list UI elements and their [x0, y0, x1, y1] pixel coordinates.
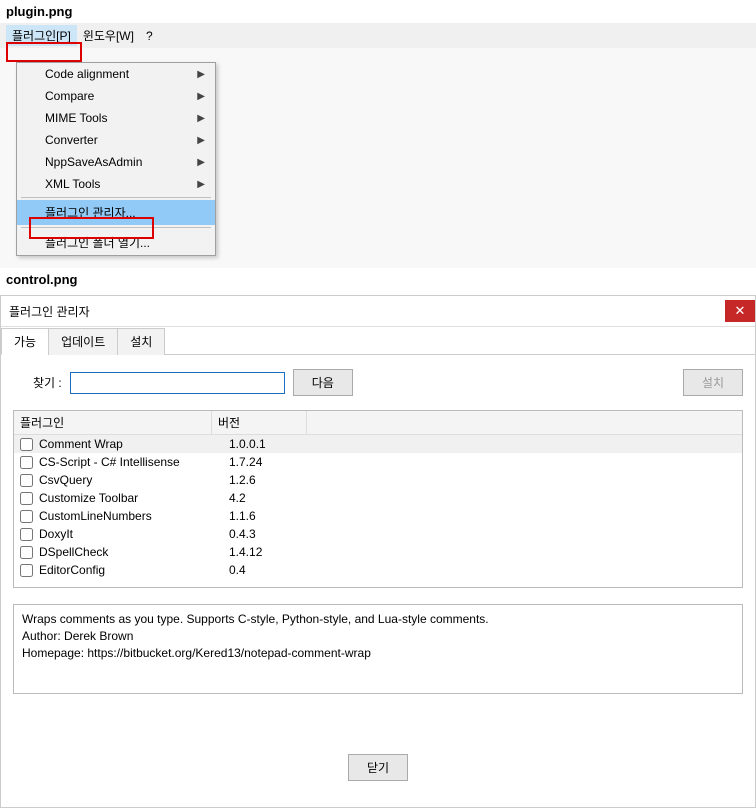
- row-name: Customize Toolbar: [37, 490, 223, 506]
- list-row[interactable]: DSpellCheck 1.4.12: [14, 543, 742, 561]
- row-version: 1.7.24: [223, 454, 318, 470]
- chevron-right-icon: ▶: [197, 135, 205, 146]
- tab-installed[interactable]: 설치: [117, 328, 165, 355]
- next-button[interactable]: 다음: [293, 369, 353, 396]
- list-header: 플러그인 버전: [14, 411, 742, 435]
- install-button[interactable]: 설치: [683, 369, 743, 396]
- list-row[interactable]: Comment Wrap 1.0.0.1: [14, 435, 742, 453]
- dialog-footer: 닫기: [1, 704, 755, 807]
- row-name: CustomLineNumbers: [37, 508, 223, 524]
- dropdown-label: NppSaveAsAdmin: [45, 155, 142, 169]
- column-header-name[interactable]: 플러그인: [14, 411, 212, 434]
- dropdown-item-xml-tools[interactable]: XML Tools ▶: [17, 173, 215, 195]
- highlight-box-menu: [6, 42, 82, 62]
- row-name: CS-Script - C# Intellisense: [37, 454, 223, 470]
- list-row[interactable]: CsvQuery 1.2.6: [14, 471, 742, 489]
- row-checkbox[interactable]: [20, 510, 33, 523]
- plugin-list[interactable]: 플러그인 버전 Comment Wrap 1.0.0.1 CS-Script -…: [13, 410, 743, 588]
- row-name: DoxyIt: [37, 526, 223, 542]
- row-checkbox[interactable]: [20, 438, 33, 451]
- row-version: 1.0.0.1: [223, 436, 318, 452]
- row-name: DSpellCheck: [37, 544, 223, 560]
- row-checkbox[interactable]: [20, 528, 33, 541]
- row-checkbox[interactable]: [20, 456, 33, 469]
- row-version: 1.2.6: [223, 472, 318, 488]
- row-name: Comment Wrap: [37, 436, 223, 452]
- menu-help[interactable]: ?: [140, 27, 159, 45]
- chevron-right-icon: ▶: [197, 91, 205, 102]
- tab-available[interactable]: 가능: [1, 328, 49, 355]
- row-checkbox[interactable]: [20, 546, 33, 559]
- dropdown-label: Code alignment: [45, 67, 129, 81]
- row-version: 4.2: [223, 490, 318, 506]
- dropdown-label: Converter: [45, 133, 98, 147]
- row-version: 0.4: [223, 562, 318, 578]
- row-version: 1.4.12: [223, 544, 318, 560]
- dropdown-label: Compare: [45, 89, 94, 103]
- tabs: 가능 업데이트 설치: [1, 327, 755, 355]
- dialog-title: 플러그인 관리자: [9, 303, 90, 320]
- search-input[interactable]: [70, 372, 285, 394]
- plugin-manager-dialog: 플러그인 관리자 ✕ 가능 업데이트 설치 찾기 : 다음 설치 플러그인 버전…: [0, 295, 756, 808]
- search-row: 찾기 : 다음 설치: [13, 369, 743, 396]
- dropdown-item-nppsaveasadmin[interactable]: NppSaveAsAdmin ▶: [17, 151, 215, 173]
- search-label: 찾기 :: [13, 374, 62, 391]
- row-checkbox[interactable]: [20, 564, 33, 577]
- tab-update[interactable]: 업데이트: [48, 328, 118, 355]
- highlight-box-manager: [29, 217, 154, 239]
- chevron-right-icon: ▶: [197, 157, 205, 168]
- menubar-area: 플러그인[P] 윈도우[W] ? Code alignment ▶ Compar…: [0, 23, 756, 268]
- menubar: 플러그인[P] 윈도우[W] ?: [0, 23, 756, 48]
- dropdown-item-code-alignment[interactable]: Code alignment ▶: [17, 63, 215, 85]
- list-row[interactable]: CS-Script - C# Intellisense 1.7.24: [14, 453, 742, 471]
- close-button[interactable]: ✕: [725, 300, 755, 322]
- list-row[interactable]: DoxyIt 0.4.3: [14, 525, 742, 543]
- dropdown-label: MIME Tools: [45, 111, 107, 125]
- row-version: 1.1.6: [223, 508, 318, 524]
- chevron-right-icon: ▶: [197, 113, 205, 124]
- dropdown-label: XML Tools: [45, 177, 100, 191]
- list-row[interactable]: Customize Toolbar 4.2: [14, 489, 742, 507]
- list-row[interactable]: CustomLineNumbers 1.1.6: [14, 507, 742, 525]
- close-icon: ✕: [735, 303, 746, 319]
- description-box[interactable]: Wraps comments as you type. Supports C-s…: [13, 604, 743, 694]
- chevron-right-icon: ▶: [197, 179, 205, 190]
- row-name: CsvQuery: [37, 472, 223, 488]
- row-name: EditorConfig: [37, 562, 223, 578]
- section-label-plugin: plugin.png: [0, 0, 756, 23]
- description-line: Wraps comments as you type. Supports C-s…: [22, 611, 734, 628]
- list-row[interactable]: EditorConfig 0.4: [14, 561, 742, 579]
- dropdown-separator: [21, 197, 211, 198]
- column-header-version[interactable]: 버전: [212, 411, 307, 434]
- close-dialog-button[interactable]: 닫기: [348, 754, 408, 781]
- description-author: Author: Derek Brown: [22, 628, 734, 645]
- row-checkbox[interactable]: [20, 492, 33, 505]
- section-label-control: control.png: [0, 268, 756, 291]
- description-homepage: Homepage: https://bitbucket.org/Kered13/…: [22, 645, 734, 662]
- row-checkbox[interactable]: [20, 474, 33, 487]
- dialog-titlebar: 플러그인 관리자 ✕: [1, 296, 755, 327]
- row-version: 0.4.3: [223, 526, 318, 542]
- dropdown-item-converter[interactable]: Converter ▶: [17, 129, 215, 151]
- dialog-body: 찾기 : 다음 설치 플러그인 버전 Comment Wrap 1.0.0.1 …: [1, 355, 755, 704]
- chevron-right-icon: ▶: [197, 69, 205, 80]
- dropdown-item-mime-tools[interactable]: MIME Tools ▶: [17, 107, 215, 129]
- menu-window[interactable]: 윈도우[W]: [77, 25, 140, 46]
- dropdown-item-compare[interactable]: Compare ▶: [17, 85, 215, 107]
